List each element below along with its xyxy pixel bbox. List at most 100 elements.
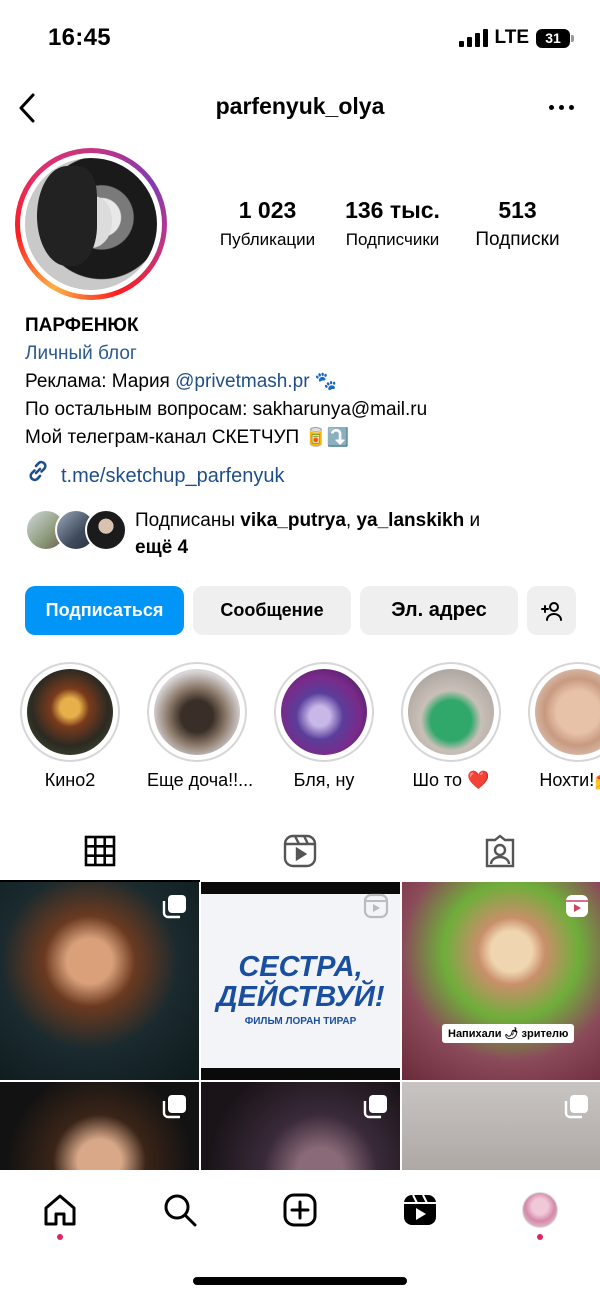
nav-search[interactable] [160, 1190, 200, 1230]
mutual-more[interactable]: ещё 4 [135, 537, 188, 558]
content-tabs [0, 822, 600, 882]
profile-bio: ПАРФЕНЮК Личный блог Реклама: Мария @pri… [25, 312, 585, 493]
highlight-cover [408, 669, 494, 755]
stat-followers-value: 136 тыс. [345, 197, 440, 223]
highlight-item[interactable]: Шо то ❤️ [401, 662, 501, 791]
reel-icon [363, 893, 389, 919]
posts-grid: СЕСТРА, ДЕЙСТВУЙ! ФИЛЬМ ЛОРАН ТИРАР Напи… [0, 882, 600, 1170]
page-title: parfenyuk_olya [215, 93, 385, 119]
profile-category: Личный блог [25, 343, 137, 364]
avatar [85, 509, 127, 551]
action-buttons: Подписаться Сообщение Эл. адрес [25, 586, 576, 635]
bio-telegram-text: Мой телеграм-канал СКЕТЧУП [25, 427, 300, 448]
battery-icon: 31 [536, 28, 574, 48]
post-thumbnail[interactable]: Напихали 🌶 зрителю [402, 882, 600, 1080]
status-bar: 16:45 LTE 31 [0, 0, 600, 80]
message-button[interactable]: Сообщение [193, 586, 351, 635]
stat-posts[interactable]: 1 023 Публикации [205, 196, 330, 252]
followed-by-text: Подписаны vika_putrya, ya_lanskikh и ещё… [135, 510, 481, 558]
bio-ads-text: Реклама: Мария [25, 371, 176, 392]
highlight-label: Нохти!💅 [539, 770, 600, 790]
post-thumbnail[interactable] [402, 1082, 600, 1170]
can-arrow-emoji: 🥫⤵️ [304, 427, 350, 448]
tab-posts[interactable] [0, 822, 200, 882]
mention-link[interactable]: @privetmash.pr [175, 371, 309, 392]
post-thumbnail[interactable]: СЕСТРА, ДЕЙСТВУЙ! ФИЛЬМ ЛОРАН ТИРАР [201, 882, 400, 1080]
more-options-icon[interactable] [549, 105, 574, 110]
post-thumbnail[interactable] [201, 1082, 400, 1170]
highlight-item[interactable]: Нохти!💅 [528, 662, 600, 791]
highlight-cover [154, 669, 240, 755]
bio-line-ads: Реклама: Мария @privetmash.pr 🐾 [25, 368, 585, 396]
highlight-cover [27, 669, 113, 755]
highlight-cover [535, 669, 600, 755]
status-time: 16:45 [48, 24, 111, 51]
grid-icon [84, 835, 116, 867]
email-button[interactable]: Эл. адрес [360, 586, 518, 635]
bio-line-contact: По остальным вопросам: sakharunya@mail.r… [25, 399, 428, 420]
carousel-icon [162, 1095, 186, 1119]
highlight-item[interactable]: Бля, ну [274, 662, 374, 791]
mutual-user-1[interactable]: vika_putrya [240, 510, 346, 531]
post-thumbnail[interactable] [0, 882, 199, 1080]
home-icon [44, 1194, 76, 1226]
nav-home[interactable] [40, 1190, 80, 1230]
reels-icon [404, 1194, 436, 1225]
poster-subtitle: ФИЛЬМ ЛОРАН ТИРАР [244, 1016, 357, 1027]
profile-stats: 1 023 Публикации 136 тыс. Подписчики 513… [205, 196, 580, 252]
carousel-icon [564, 1095, 588, 1119]
add-post-icon [283, 1193, 317, 1227]
tagged-icon [485, 834, 515, 868]
notification-dot [57, 1234, 63, 1240]
follow-button[interactable]: Подписаться [25, 586, 184, 635]
stat-following-label: Подписки [475, 229, 560, 250]
highlight-label: Кино2 [44, 770, 96, 790]
carousel-icon [162, 895, 186, 919]
add-person-icon [540, 601, 562, 621]
home-indicator[interactable] [193, 1277, 407, 1285]
nav-profile[interactable] [520, 1190, 560, 1230]
tab-tagged[interactable] [400, 822, 600, 880]
signal-icon [458, 29, 488, 47]
highlight-item[interactable]: Кино2 [20, 662, 120, 791]
profile-name: ПАРФЕНЮК [25, 315, 139, 336]
video-caption: Напихали 🌶 зрителю [442, 1024, 575, 1043]
post-thumbnail[interactable] [0, 1082, 199, 1170]
link-icon [25, 458, 51, 493]
stat-following[interactable]: 513 Подписки [455, 196, 580, 252]
stat-followers-label: Подписчики [345, 230, 440, 249]
highlight-cover [281, 669, 367, 755]
highlight-label: Еще доча!!... [147, 770, 254, 790]
poster-title: СЕСТРА, ДЕЙСТВУЙ! [216, 951, 385, 1013]
stat-posts-value: 1 023 [238, 197, 297, 223]
highlight-item[interactable]: Еще доча!!... [147, 662, 254, 791]
paw-emoji: 🐾 [314, 371, 338, 392]
search-icon [164, 1194, 197, 1227]
bio-line-telegram: Мой телеграм-канал СКЕТЧУП 🥫⤵️ [25, 424, 585, 452]
tab-reels[interactable] [200, 822, 400, 880]
link-text[interactable]: t.me/sketchup_parfenyuk [61, 462, 284, 490]
notification-dot [537, 1234, 543, 1240]
stat-posts-label: Публикации [219, 230, 316, 249]
stat-following-value: 513 [498, 197, 537, 223]
stat-followers[interactable]: 136 тыс. Подписчики [330, 196, 455, 252]
network-type: LTE [494, 27, 529, 48]
profile-header: parfenyuk_olya [0, 85, 600, 131]
story-highlights: Кино2 Еще доча!!... Бля, ну Шо то ❤️ Нох… [20, 662, 600, 792]
avatar [522, 1192, 558, 1228]
avatar [25, 158, 157, 290]
carousel-icon [363, 1095, 387, 1119]
nav-create[interactable] [280, 1190, 320, 1230]
highlight-label: Бля, ну [293, 770, 355, 790]
avatar-story-ring[interactable] [15, 148, 167, 300]
highlight-label: Шо то ❤️ [412, 770, 490, 790]
reel-icon [566, 895, 588, 917]
suggest-people-button[interactable] [527, 586, 576, 635]
followed-by[interactable]: Подписаны vika_putrya, ya_lanskikh и ещё… [25, 507, 585, 561]
nav-reels[interactable] [400, 1190, 440, 1230]
mutual-user-2[interactable]: ya_lanskikh [356, 510, 464, 531]
status-indicators: LTE 31 [458, 27, 574, 49]
reels-icon [283, 834, 317, 868]
mutual-avatars [25, 507, 135, 553]
profile-link[interactable]: t.me/sketchup_parfenyuk [25, 458, 585, 493]
